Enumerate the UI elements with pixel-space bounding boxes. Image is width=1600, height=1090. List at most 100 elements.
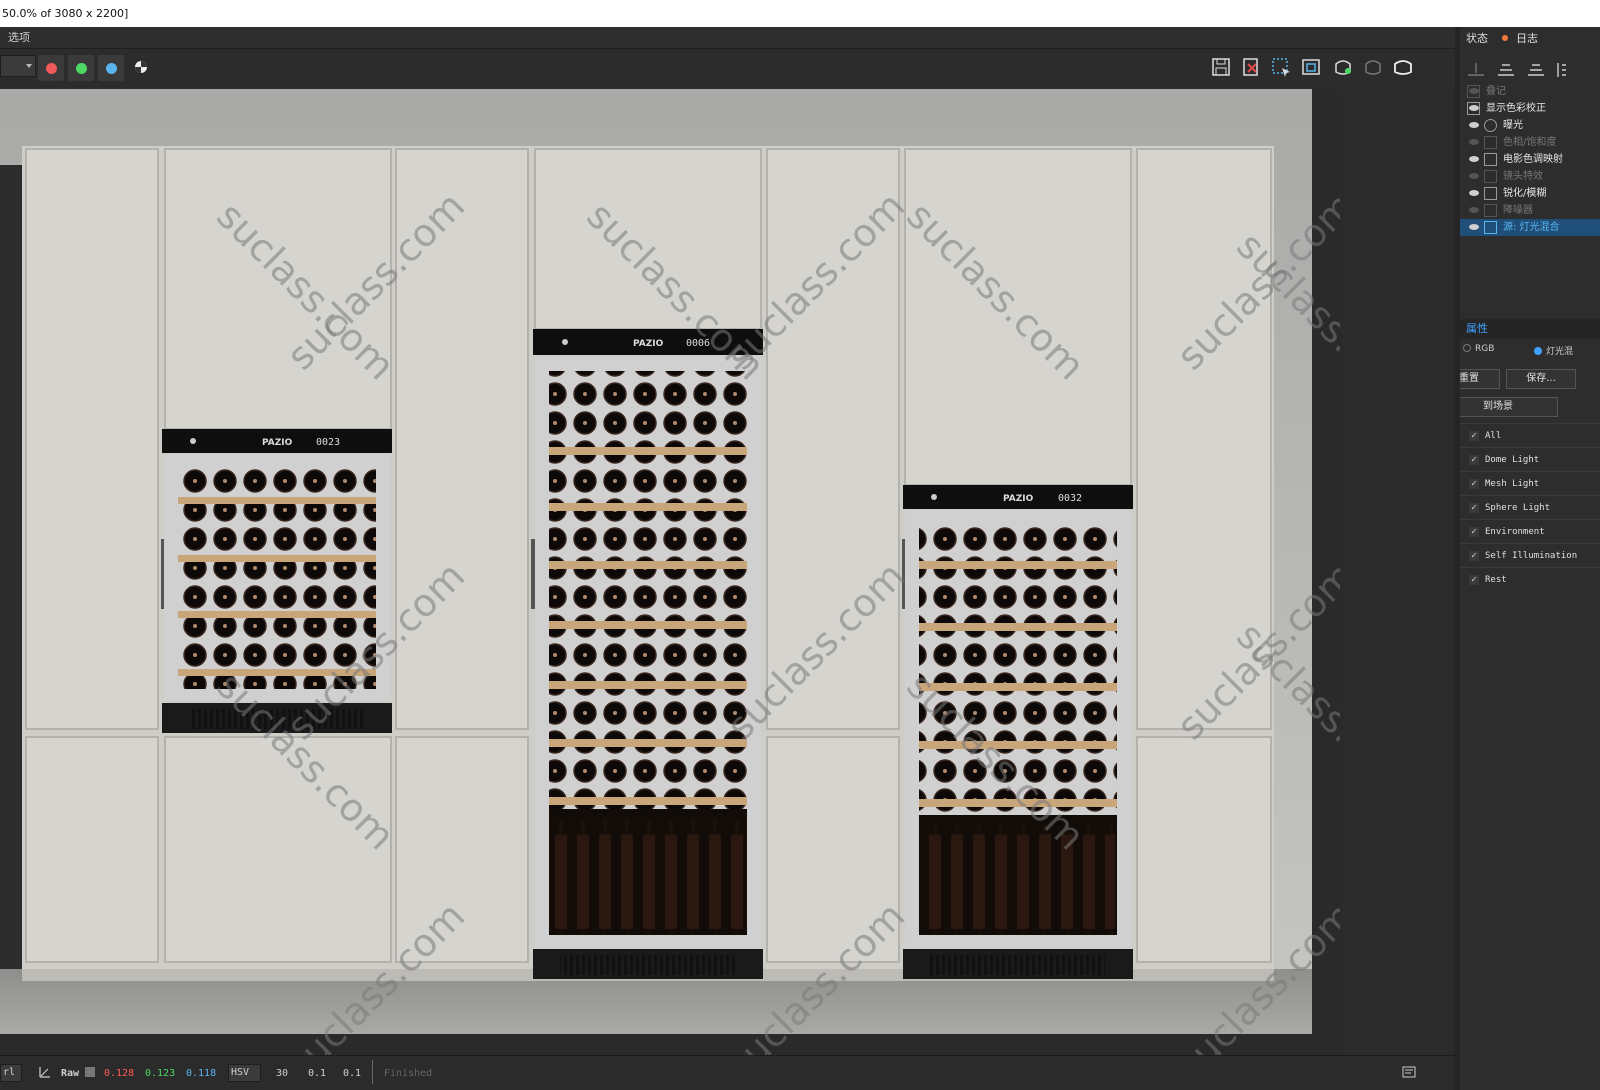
layer-item[interactable]: 降噪器 bbox=[1460, 202, 1600, 219]
green-dot-icon bbox=[76, 63, 87, 74]
fridge-1-brand: PAZIO bbox=[262, 438, 293, 448]
layer-tool-icons bbox=[1468, 63, 1566, 77]
rendered-image: PAZIO 0023 PAZIO 0006 PAZIO 0032 bbox=[0, 89, 1340, 1055]
render-viewport[interactable]: PAZIO 0023 PAZIO 0006 PAZIO 0032 suclass… bbox=[0, 89, 1340, 1055]
radio-icon bbox=[1463, 344, 1471, 352]
radio-selected-icon bbox=[1534, 347, 1542, 355]
r-value: 0.128 bbox=[104, 1068, 135, 1079]
layer-item-selected[interactable]: 源: 灯光混合 bbox=[1460, 219, 1600, 236]
properties-header: 属性 bbox=[1460, 319, 1600, 339]
alpha-channel-button[interactable] bbox=[128, 54, 154, 80]
mode-label: Raw bbox=[61, 1068, 80, 1079]
fridge-3-brand: PAZIO bbox=[1003, 494, 1034, 504]
sharpen-icon bbox=[1484, 187, 1497, 200]
denoiser-icon bbox=[1484, 204, 1497, 217]
menu-options[interactable]: 选项 bbox=[8, 31, 30, 44]
red-dot-icon bbox=[46, 63, 57, 74]
check-dome-light[interactable]: ✓ Dome Light bbox=[1460, 447, 1600, 471]
check-mesh-light[interactable]: ✓ Mesh Light bbox=[1460, 471, 1600, 495]
checkbox-checked-icon[interactable]: ✓ bbox=[1469, 455, 1479, 465]
render-frame-button[interactable] bbox=[1298, 54, 1324, 80]
tab-stats[interactable]: 状态 bbox=[1466, 27, 1488, 51]
render-last-icon bbox=[1365, 60, 1381, 75]
alpha-icon bbox=[135, 61, 147, 73]
green-channel-button[interactable] bbox=[68, 55, 94, 81]
color-swatch bbox=[85, 1067, 95, 1077]
check-rest[interactable]: ✓ Rest bbox=[1460, 567, 1600, 591]
save-button[interactable] bbox=[1208, 54, 1234, 80]
check-environment[interactable]: ✓ Environment bbox=[1460, 519, 1600, 543]
clear-image-icon bbox=[1243, 58, 1258, 76]
colorspace-combo[interactable]: HSV bbox=[228, 1064, 261, 1082]
layer-item[interactable]: 色相/饱和度 bbox=[1460, 134, 1600, 151]
radio-light-mix[interactable]: 灯光混 bbox=[1534, 344, 1573, 357]
status-left-combo[interactable]: rl bbox=[0, 1064, 22, 1082]
red-channel-button[interactable] bbox=[38, 55, 64, 81]
visibility-icon[interactable] bbox=[1469, 156, 1479, 162]
check-self-illumination[interactable]: ✓ Self Illumination bbox=[1460, 543, 1600, 567]
value-2: 0.1 bbox=[308, 1068, 327, 1079]
window-title: 50.0% of 3080 x 2200] bbox=[0, 0, 1600, 27]
layer-item[interactable]: 显示色彩校正 bbox=[1460, 100, 1600, 117]
panel-tabs: 图层 状态 日志 bbox=[1460, 27, 1600, 51]
clear-image-button[interactable] bbox=[1238, 54, 1264, 80]
to-scene-button[interactable]: 到场景 bbox=[1460, 397, 1558, 417]
render-interactive-button[interactable] bbox=[1330, 54, 1356, 80]
region-render-icon bbox=[1272, 58, 1290, 77]
fridge-2-display: 0006 bbox=[686, 338, 710, 349]
value-1: 30 bbox=[276, 1068, 289, 1079]
layers-panel: 图层 状态 日志 叠记 显示色彩校正 曝光 色相/饱和度 电影色调映射 镜头特效… bbox=[1460, 27, 1600, 1090]
history-icon[interactable] bbox=[1402, 1066, 1416, 1081]
layers-toolbar bbox=[1460, 51, 1600, 85]
render-last-button[interactable] bbox=[1360, 54, 1386, 80]
visibility-icon[interactable] bbox=[1469, 190, 1479, 196]
tab-log[interactable]: 日志 bbox=[1516, 27, 1538, 51]
check-sphere-light[interactable]: ✓ Sphere Light bbox=[1460, 495, 1600, 519]
reset-button[interactable]: 重置 bbox=[1460, 369, 1500, 389]
color-picker-icon[interactable] bbox=[38, 1065, 52, 1082]
visibility-icon[interactable] bbox=[1469, 173, 1479, 179]
visibility-icon[interactable] bbox=[1469, 207, 1479, 213]
fridge-3-display: 0032 bbox=[1058, 493, 1082, 504]
exposure-icon bbox=[1484, 119, 1497, 132]
light-mix-icon bbox=[1484, 221, 1497, 234]
checkbox-checked-icon[interactable]: ✓ bbox=[1469, 479, 1479, 489]
checkbox-checked-icon[interactable]: ✓ bbox=[1469, 503, 1479, 513]
value-3: 0.1 bbox=[343, 1068, 362, 1079]
region-render-button[interactable] bbox=[1268, 54, 1294, 80]
channel-combo[interactable] bbox=[0, 55, 36, 77]
render-status: Finished bbox=[384, 1068, 433, 1079]
check-all[interactable]: ✓ All bbox=[1460, 423, 1600, 447]
fridge-1-display: 0023 bbox=[316, 437, 340, 448]
layer-item[interactable]: 电影色调映射 bbox=[1460, 151, 1600, 168]
render-interactive-icon bbox=[1335, 60, 1351, 75]
blue-channel-button[interactable] bbox=[98, 55, 124, 81]
visibility-icon[interactable] bbox=[1469, 224, 1479, 230]
layer-icon bbox=[1467, 85, 1480, 98]
layer-item[interactable]: 锐化/模糊 bbox=[1460, 185, 1600, 202]
checkbox-checked-icon[interactable]: ✓ bbox=[1469, 575, 1479, 585]
toolbar bbox=[0, 49, 1455, 89]
checkbox-checked-icon[interactable]: ✓ bbox=[1469, 551, 1479, 561]
layer-item[interactable]: 镜头特效 bbox=[1460, 168, 1600, 185]
hue-icon bbox=[1484, 136, 1497, 149]
visibility-icon[interactable] bbox=[1469, 122, 1479, 128]
filmic-icon bbox=[1484, 153, 1497, 166]
render-button[interactable] bbox=[1390, 54, 1416, 80]
render-teapot-icon bbox=[1394, 60, 1412, 75]
menu-bar: 选项 bbox=[0, 27, 1455, 49]
progress-divider bbox=[372, 1060, 373, 1084]
save-layer-button[interactable]: 保存... bbox=[1506, 369, 1576, 389]
log-alert-dot bbox=[1502, 35, 1508, 41]
lens-icon bbox=[1484, 170, 1497, 183]
checkbox-checked-icon[interactable]: ✓ bbox=[1469, 527, 1479, 537]
save-icon bbox=[1212, 58, 1230, 76]
layer-item[interactable]: 曝光 bbox=[1460, 117, 1600, 134]
checkbox-checked-icon[interactable]: ✓ bbox=[1469, 431, 1479, 441]
layer-item[interactable]: 叠记 bbox=[1460, 83, 1600, 100]
b-value: 0.118 bbox=[186, 1068, 217, 1079]
visibility-icon[interactable] bbox=[1469, 139, 1479, 145]
radio-rgb[interactable]: RGB bbox=[1463, 344, 1494, 354]
g-value: 0.123 bbox=[145, 1068, 176, 1079]
chevron-down-icon bbox=[26, 64, 32, 68]
